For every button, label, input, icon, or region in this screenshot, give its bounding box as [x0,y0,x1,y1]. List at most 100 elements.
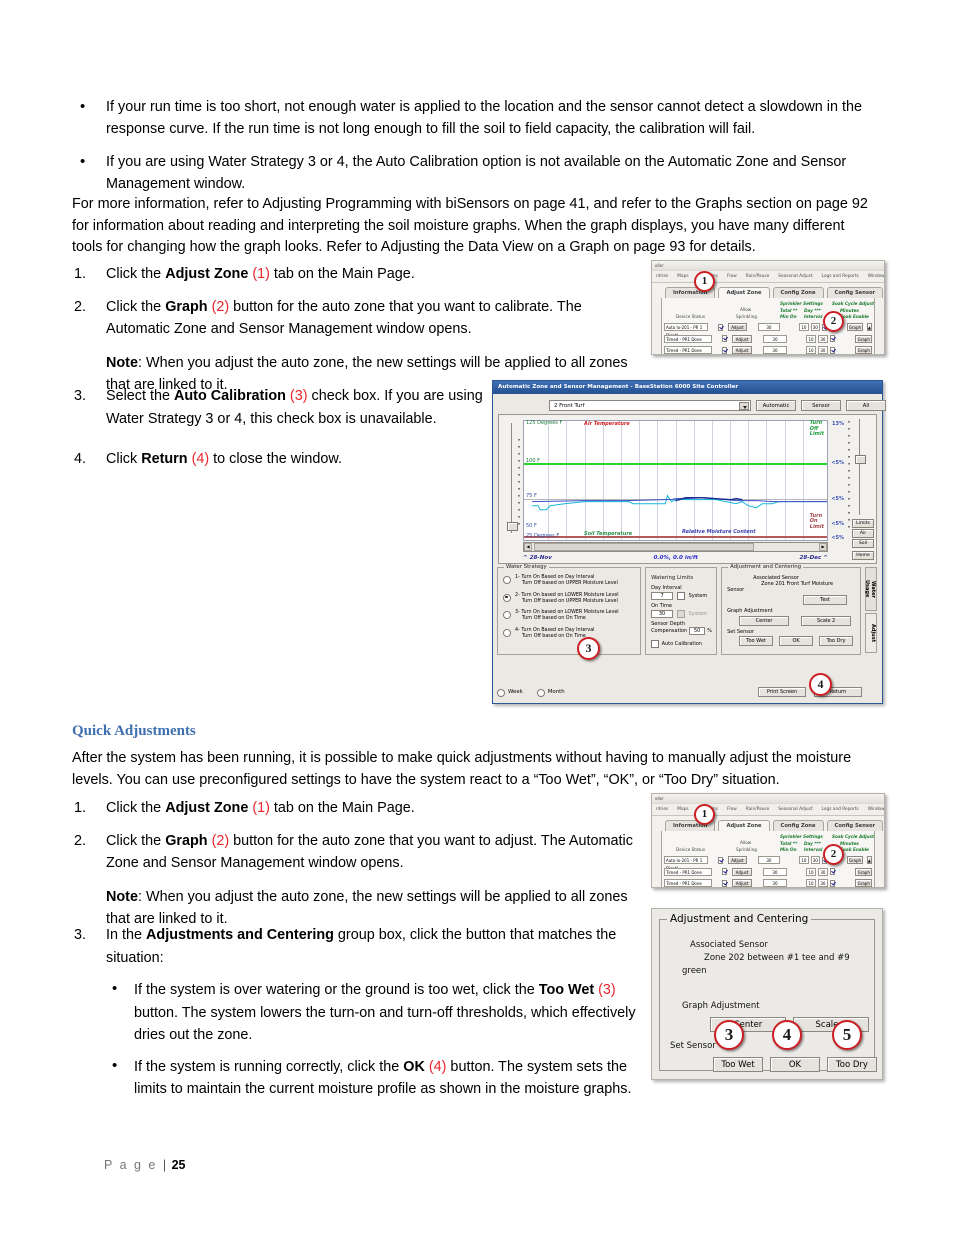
table-row[interactable]: Timed - PR1 Done Adjust 30 10 30 Graph [664,867,873,877]
cell-total-min-on[interactable]: 30 [762,879,788,887]
tab-config-zone[interactable]: Config Zone [772,820,824,831]
menu-item-flow[interactable]: Flow [727,807,737,812]
radio-option-3[interactable]: 3- Turn On based on LOWER Moisture Level… [503,610,635,623]
all-button[interactable]: All [846,400,886,411]
center-button[interactable]: Center [739,616,790,626]
menu-item-seasonal-adjust[interactable]: Seasonal Adjust [778,807,812,812]
month-radio[interactable] [536,688,545,697]
tab-config-sensor[interactable]: Config Sensor [826,287,884,298]
slider-thumb[interactable] [507,522,518,531]
week-radio[interactable] [497,688,505,697]
tab-adjust[interactable]: Adjust [865,613,878,653]
cell-total-min-on[interactable]: 30 [757,323,781,331]
menu-item-window[interactable]: Window [868,274,884,279]
checkbox-soak-enable[interactable] [829,868,836,875]
tab-strip[interactable]: Information Adjust Zone Config Zone Conf… [657,820,884,831]
radio-option-1[interactable]: 1- Turn On Based on Day Interval Turn Off… [503,575,635,588]
tab-config-zone[interactable]: Config Zone [772,287,824,298]
checkbox-soak-enable[interactable] [829,879,836,887]
print-screen-button[interactable]: Print Screen [758,687,806,697]
menu-item-window[interactable]: Window [868,807,884,812]
graph-button[interactable]: Graph [855,879,873,887]
day-interval-input[interactable]: 7 [651,592,674,600]
cell-total-min-on[interactable]: 30 [762,334,788,343]
scroll-right-arrow-icon[interactable]: ▶ [819,543,827,551]
menu-item-seasonal-adjust[interactable]: Seasonal Adjust [778,274,812,279]
radio-button[interactable] [503,593,511,602]
cell-soak-minutes[interactable]: 30 [810,323,820,331]
menu-item-entries[interactable]: ntries [656,807,668,812]
tab-water-usage[interactable]: Water Usage [864,567,878,611]
checkbox-allow-sprinkling[interactable] [718,323,724,331]
menu-bar[interactable]: ntries Maps Programs Flow Rain/Pause Sea… [652,271,884,283]
adjust-zone-screenshot-bottom[interactable]: oller ntries Maps Programs Flow Rain/Pau… [651,793,885,888]
limits-button[interactable]: Limits [852,519,874,528]
scrollbar-thumb[interactable] [534,543,754,551]
menu-item-logs-and-reports[interactable]: Logs and Reports [822,807,859,812]
graph-button[interactable]: Graph [855,867,873,876]
automatic-zone-window[interactable]: Automatic Zone and Sensor Management - B… [492,380,886,704]
slider-thumb[interactable] [855,455,866,464]
scroll-up-button[interactable]: ▲ [866,856,872,864]
sensor-button[interactable]: Sensor [801,400,841,411]
radio-button[interactable] [503,611,511,620]
tab-strip[interactable]: Information Adjust Zone Config Zone Conf… [657,287,884,298]
checkbox-soak-enable[interactable] [829,346,836,354]
graph-button[interactable]: Graph [847,856,863,864]
cell-soak-on[interactable]: 10 [806,334,816,343]
menu-item-logs-and-reports[interactable]: Logs and Reports [822,274,859,279]
adjust-button[interactable]: Adjust [728,856,747,864]
cell-soak-on[interactable]: 10 [806,867,816,876]
adjust-button[interactable]: Adjust [728,323,747,331]
graph-button[interactable]: Graph [855,346,873,354]
checkbox-allow-sprinkling[interactable] [721,335,728,342]
chevron-down-icon[interactable] [739,402,749,410]
menu-item-rain-pause[interactable]: Rain/Pause [746,807,770,812]
cell-soak-on[interactable]: 10 [799,856,809,864]
adjust-button[interactable]: Adjust [732,879,752,887]
table-row[interactable]: Timed - PR1 Done Adjust 30 10 30 Graph [664,334,873,344]
checkbox-allow-sprinkling[interactable] [721,868,728,875]
automatic-button[interactable]: Automatic [756,400,796,411]
adjustment-centering-screenshot[interactable]: Adjustment and Centering Associated Sens… [651,908,883,1080]
checkbox-allow-sprinkling[interactable] [721,879,728,887]
checkbox-allow-sprinkling[interactable] [718,856,724,864]
radio-option-2[interactable]: 2- Turn On based on LOWER Moisture Level… [503,593,635,606]
graph-button[interactable]: Graph [847,323,863,331]
cell-total-min-on[interactable]: 30 [757,856,781,864]
radio-option-4[interactable]: 4- Turn On Based on Day Interval Turn Off… [503,628,635,641]
adjust-button[interactable]: Adjust [732,334,752,343]
cell-soak-minutes[interactable]: 30 [817,346,828,354]
cell-total-min-on[interactable]: 30 [762,346,788,354]
adjust-button[interactable]: Adjust [732,346,752,354]
zone-select[interactable]: 2 Front Turf [549,400,751,411]
menu-item-maps[interactable]: Maps [677,807,688,812]
too-wet-button[interactable]: Too Wet [739,636,774,646]
auto-calibration-row[interactable]: Auto Calibration [651,640,711,648]
adjust-button[interactable]: Adjust [732,867,752,876]
adjust-zone-screenshot-top[interactable]: oller ntries Maps Programs Flow Rain/Pau… [651,260,885,355]
vertical-tab-strip[interactable]: Water Usage Adjust [864,567,878,655]
tab-adjust-zone[interactable]: Adjust Zone [718,820,770,831]
ok-button[interactable]: OK [779,636,814,646]
cell-soak-minutes[interactable]: 30 [817,867,828,876]
menu-bar[interactable]: ntries Maps Programs Flow Rain/Pause Sea… [652,804,884,816]
radio-button[interactable] [503,628,511,637]
cell-total-min-on[interactable]: 30 [762,867,788,876]
day-interval-system-checkbox[interactable] [677,592,685,600]
air-button[interactable]: Air [852,529,874,538]
home-button[interactable]: Home [852,551,874,560]
soil-button[interactable]: Soil [852,539,874,548]
tab-config-sensor[interactable]: Config Sensor [826,820,884,831]
radio-button[interactable] [503,576,511,584]
menu-item-flow[interactable]: Flow [727,274,737,279]
menu-item-rain-pause[interactable]: Rain/Pause [746,274,770,279]
tab-adjust-zone[interactable]: Adjust Zone [718,287,770,298]
scroll-up-button[interactable]: ▲ [866,323,872,331]
too-dry-button[interactable]: Too Dry [827,1057,877,1072]
cell-soak-minutes[interactable]: 30 [817,879,828,887]
graph-button[interactable]: Graph [855,334,873,343]
test-button[interactable]: Test [803,595,848,605]
cell-soak-minutes[interactable]: 30 [817,334,828,343]
sensor-depth-input[interactable]: 50 [689,627,706,635]
